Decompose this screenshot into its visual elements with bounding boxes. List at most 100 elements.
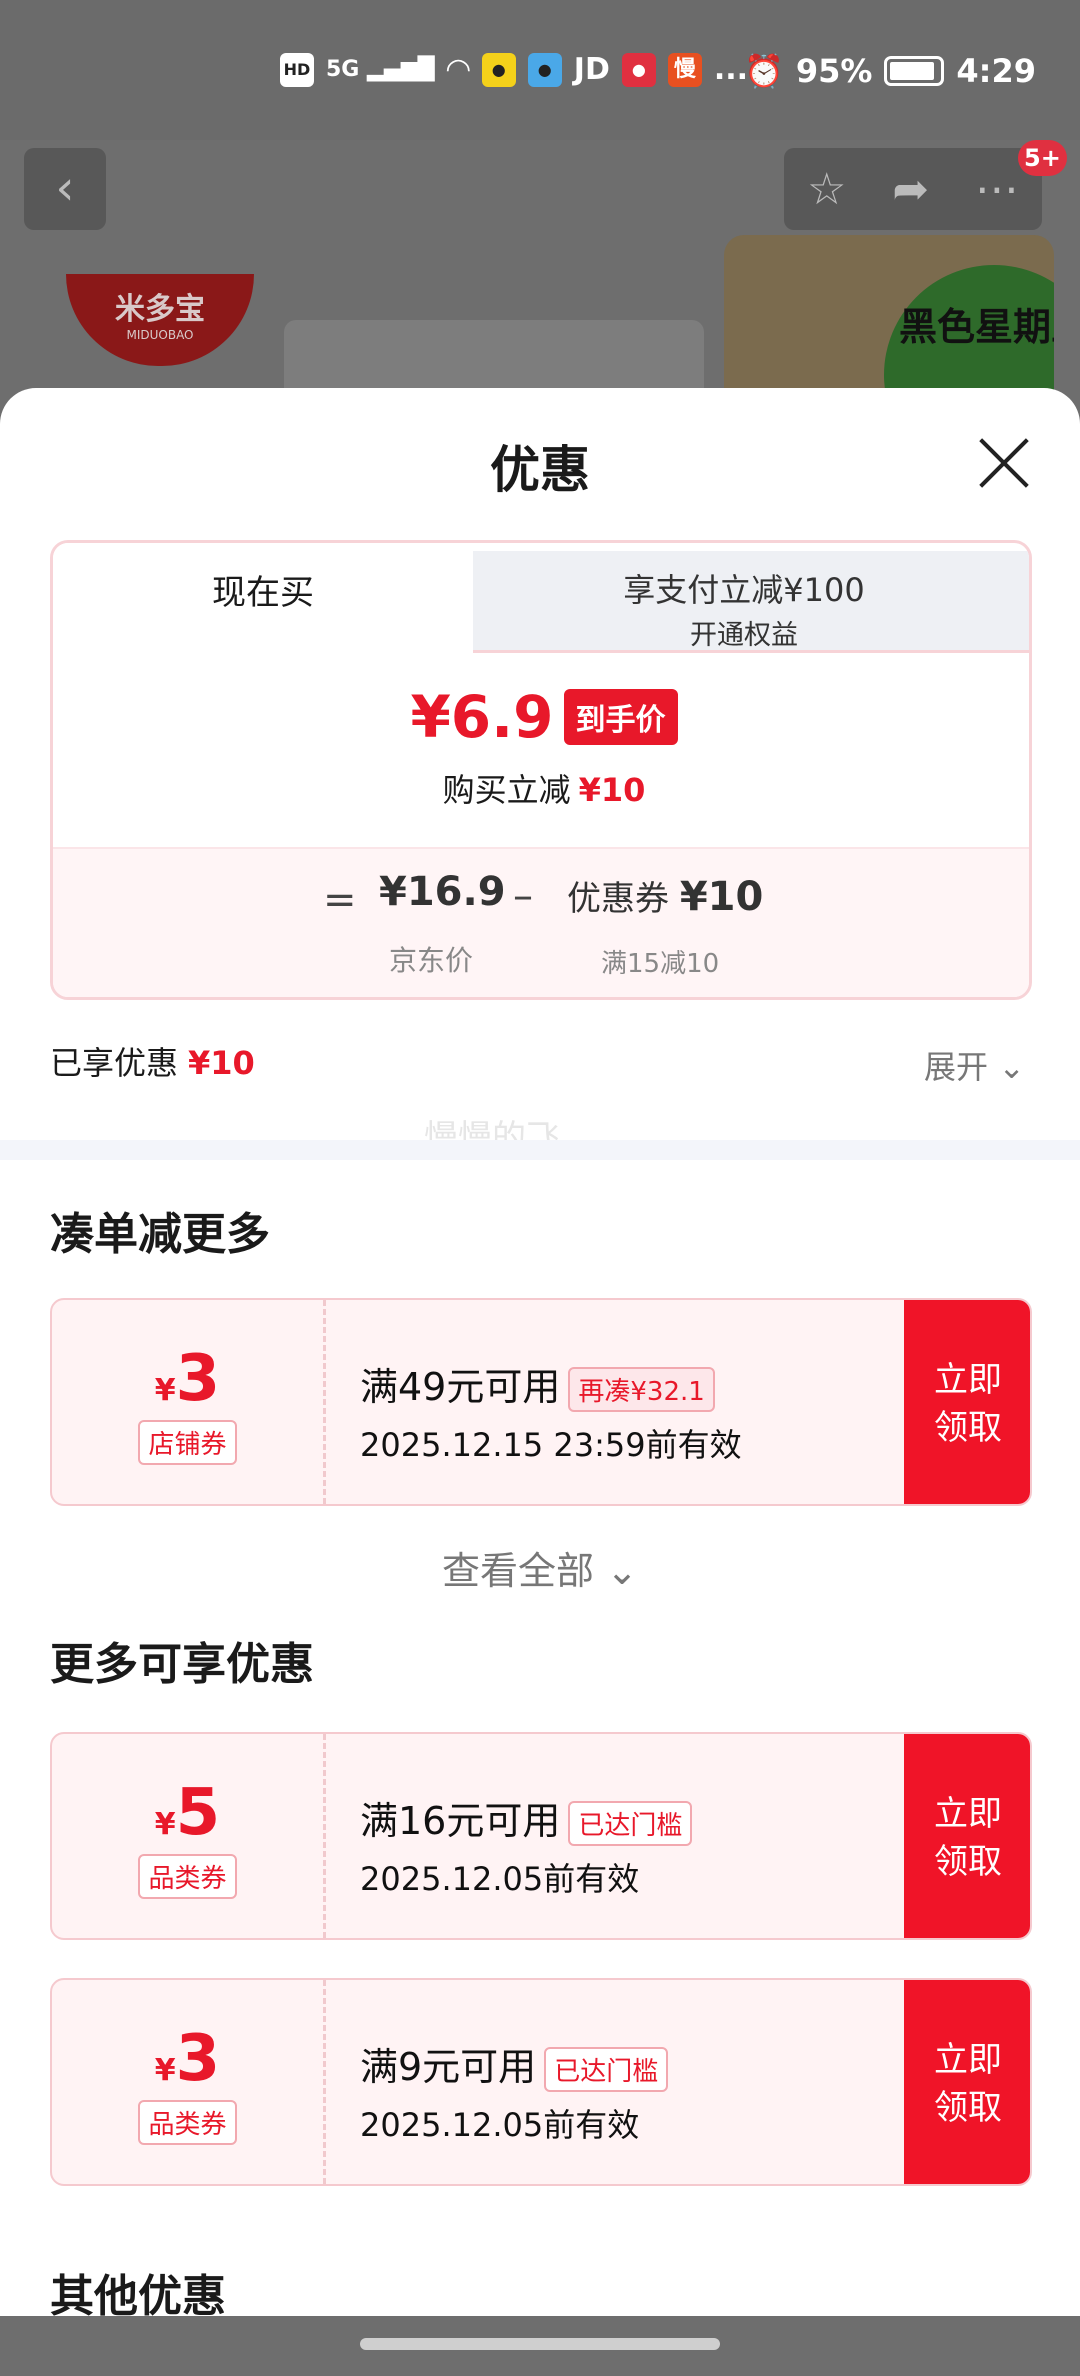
view-all-button[interactable]: 查看全部 ⌄ xyxy=(0,1540,1080,1595)
final-price-tag: 到手价 xyxy=(563,689,678,745)
chevron-left-icon: ‹ xyxy=(55,160,75,216)
tab-pay-discount-title: 享支付立减¥100 xyxy=(623,571,865,609)
section-title-other: 其他优惠 xyxy=(50,2271,226,2322)
expand-label: 展开 xyxy=(924,1048,989,1086)
coupon-type-badge: 品类券 xyxy=(138,1854,237,1899)
coupon-condition-row: 满16元可用 已达门槛 xyxy=(360,1790,920,1846)
coupon-card: ¥3 品类券 满9元可用 已达门槛 2025.12.05前有效 立即领取 xyxy=(50,1978,1032,2186)
section-divider xyxy=(0,1140,1080,1160)
status-bar: HD 5G ▂▄▆█ ◠ ● ● JD ● 慢 ... ⏰ 95% 4:29 xyxy=(0,0,1080,140)
chevron-down-icon: ⌄ xyxy=(606,1549,638,1593)
status-icons-left: HD 5G ▂▄▆█ ◠ ● ● JD ● 慢 ... xyxy=(280,52,748,87)
battery-percent: 95% xyxy=(795,52,873,90)
enjoyed-value: ¥10 xyxy=(188,1044,255,1082)
battery-icon xyxy=(884,56,945,86)
back-button[interactable]: ‹ xyxy=(24,148,106,230)
coupon-amount-value: 5 xyxy=(175,1776,221,1850)
sheet-title: 优惠 xyxy=(490,441,590,499)
coupon-condition-row: 满9元可用 已达门槛 xyxy=(360,2036,920,2092)
claim-label-line: 立即 xyxy=(934,1360,1002,1400)
price-breakdown: = ¥16.9 京东价 – 优惠券 ¥10 满15减10 xyxy=(53,847,1029,997)
coupon-card: ¥3 店铺券 满49元可用 再凑¥32.1 2025.12.15 23:59前有效… xyxy=(50,1298,1032,1506)
brand-sub: MIDUOBAO xyxy=(126,328,194,342)
notification-badge: 5+ xyxy=(1018,140,1067,176)
section-title-more: 更多可享优惠 xyxy=(50,1639,314,1690)
coupon-value-area: ¥3 店铺券 xyxy=(52,1300,326,1504)
coupon-tag: 再凑¥32.1 xyxy=(568,1367,715,1412)
coupon-value-area: ¥5 品类券 xyxy=(52,1734,326,1938)
chevron-down-icon: ⌄ xyxy=(998,1048,1025,1086)
app-notification-icon-1: ● xyxy=(481,52,516,87)
jd-price: ¥16.9 xyxy=(379,869,506,915)
enjoyed-label: 已享优惠 xyxy=(50,1044,179,1082)
close-icon[interactable] xyxy=(978,436,1032,490)
coupon-condition: 满49元可用 xyxy=(360,1365,561,1409)
currency-symbol: ¥ xyxy=(154,1373,176,1408)
minus-sign: – xyxy=(513,873,533,919)
alarm-icon: ⏰ xyxy=(743,52,784,90)
status-icons-right: ⏰ 95% 4:29 xyxy=(744,52,1036,90)
claim-coupon-button[interactable]: 立即 领取 xyxy=(904,1734,1030,1938)
product-page-background: ‹ ☆ ➦ ⋯ 5+ 米多宝 MIDUOBAO 黑色星期五 xyxy=(0,140,1080,540)
claim-label-line: 立即 xyxy=(934,2040,1002,2080)
brand-logo: 米多宝 MIDUOBAO xyxy=(66,274,254,366)
price-tabs: 现在买 享支付立减¥100 开通权益 xyxy=(53,543,1029,653)
coupon-details: 满16元可用 已达门槛 2025.12.05前有效 xyxy=(360,1790,920,1900)
buy-discount-row: 购买立减 ¥10 xyxy=(53,765,1029,811)
claim-label-line: 立即 xyxy=(934,1794,1002,1834)
top-actions: ☆ ➦ ⋯ xyxy=(784,148,1042,230)
coupon-tag: 已达门槛 xyxy=(544,2047,669,2092)
coupon-expiry: 2025.12.05前有效 xyxy=(360,1860,640,1898)
tab-pay-discount[interactable]: 享支付立减¥100 开通权益 xyxy=(453,551,1029,653)
final-price: ¥6.9 xyxy=(410,683,554,751)
tab-pay-discount-sub: 开通权益 xyxy=(690,620,798,651)
currency-symbol: ¥ xyxy=(154,2053,176,2088)
coupon-card: ¥5 品类券 满16元可用 已达门槛 2025.12.05前有效 立即 领取 xyxy=(50,1732,1032,1940)
expand-button[interactable]: 展开 ⌄ xyxy=(924,1042,1025,1088)
coupon-amount: ¥5 xyxy=(52,1776,323,1850)
coupon-amount-value: 3 xyxy=(175,2022,221,2096)
coupon-expiry: 2025.12.05前有效 xyxy=(360,2106,640,2144)
buy-discount-label: 购买立减 xyxy=(442,771,571,809)
equals-sign: = xyxy=(323,877,357,923)
buy-discount-value: ¥10 xyxy=(578,771,646,809)
view-all-label: 查看全部 xyxy=(442,1549,595,1593)
jd-icon: JD xyxy=(573,52,610,87)
coupon-type-badge: 店铺券 xyxy=(138,1420,237,1465)
more-notifications-icon: ... xyxy=(713,52,749,87)
star-icon[interactable]: ☆ xyxy=(807,164,846,215)
claim-label-line: 领取 xyxy=(934,2088,1002,2128)
coupon-condition-row: 满49元可用 再凑¥32.1 xyxy=(360,1356,920,1412)
navigation-bar xyxy=(0,2316,1080,2376)
coupon-deduction-label: 优惠券 xyxy=(567,879,669,919)
signal-5g-icon: 5G ▂▄▆█ xyxy=(326,57,435,82)
app-notification-icon-4: 慢 xyxy=(667,52,702,87)
hd-icon: HD xyxy=(280,52,314,87)
coupon-amount: ¥3 xyxy=(52,2022,323,2096)
coupon-condition: 满9元可用 xyxy=(360,2045,537,2089)
coupon-type-badge: 品类券 xyxy=(138,2100,237,2145)
wifi-icon: ◠ xyxy=(446,52,470,87)
coupon-tag: 已达门槛 xyxy=(568,1801,693,1846)
brand-name: 米多宝 xyxy=(115,292,205,327)
coupon-amount: ¥3 xyxy=(52,1342,323,1416)
share-icon[interactable]: ➦ xyxy=(892,164,929,215)
coupon-details: 满49元可用 再凑¥32.1 2025.12.15 23:59前有效 xyxy=(360,1356,920,1466)
coupon-details: 满9元可用 已达门槛 2025.12.05前有效 xyxy=(360,2036,920,2146)
home-indicator[interactable] xyxy=(360,2338,720,2350)
price-card: 现在买 享支付立减¥100 开通权益 ¥6.9 到手价 购买立减 ¥10 = ¥16… xyxy=(50,540,1032,1000)
app-notification-icon-2: ● xyxy=(527,52,562,87)
more-icon[interactable]: ⋯ xyxy=(975,164,1019,215)
claim-coupon-button[interactable]: 立即 领取 xyxy=(904,1980,1030,2184)
claim-label-line: 领取 xyxy=(934,1408,1002,1448)
clock: 4:29 xyxy=(956,52,1036,90)
enjoyed-discount: 已享优惠 ¥10 xyxy=(50,1038,255,1084)
currency-symbol: ¥ xyxy=(154,1807,176,1842)
coupon-deduction-value: ¥10 xyxy=(679,874,764,920)
jd-price-label: 京东价 xyxy=(389,944,474,977)
coupon-value-area: ¥3 品类券 xyxy=(52,1980,326,2184)
tab-buy-now[interactable]: 现在买 xyxy=(53,543,473,653)
coupon-amount-value: 3 xyxy=(175,1342,221,1416)
claim-coupon-button[interactable]: 立即 领取 xyxy=(904,1300,1030,1504)
discount-sheet: 优惠 现在买 享支付立减¥100 开通权益 ¥6.9 到手价 购买立减 ¥10 = … xyxy=(0,388,1080,2376)
